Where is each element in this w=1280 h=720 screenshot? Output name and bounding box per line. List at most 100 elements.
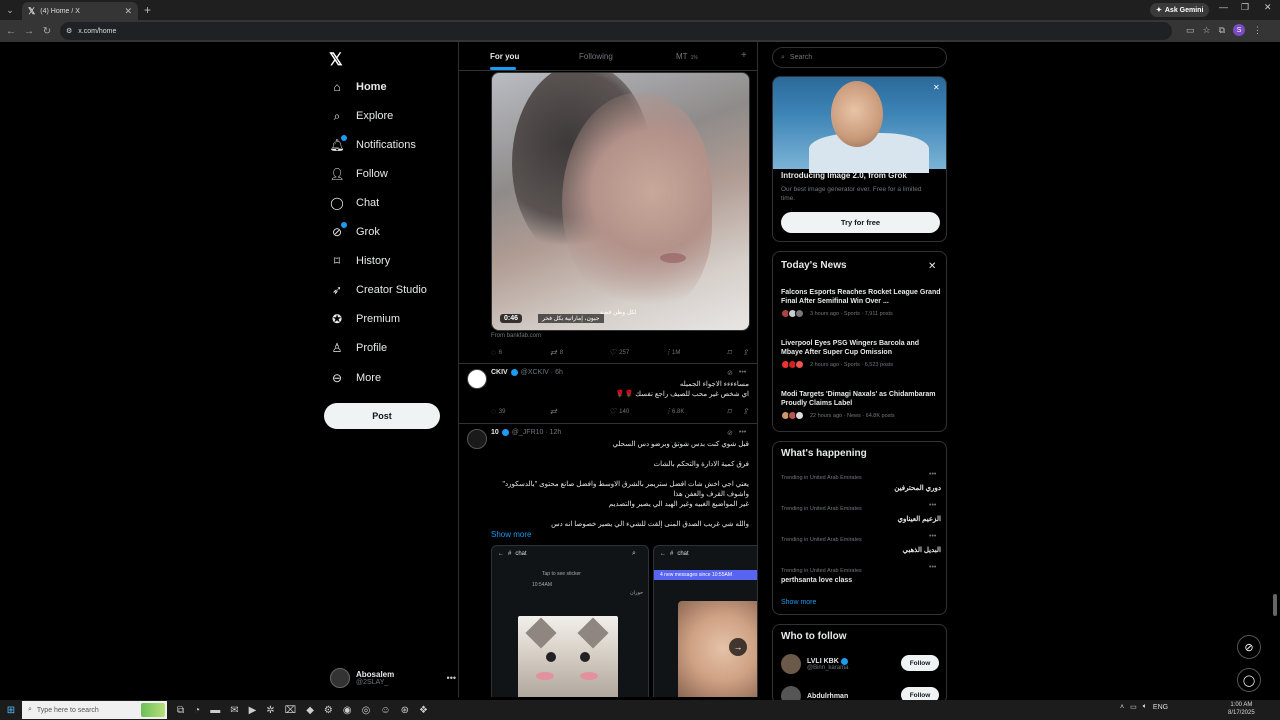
app-icon[interactable]: ⌧ [285, 705, 297, 716]
share-button[interactable]: ⇪ [742, 407, 749, 416]
author-handle[interactable]: @_JFR10 · 12h [512, 429, 562, 436]
nav-chat[interactable]: ◯ Chat [330, 192, 379, 214]
views-button[interactable]: ⫶ 6.8K [667, 407, 684, 417]
minimize-icon[interactable]: — [1219, 2, 1228, 12]
volume-icon[interactable]: 🔈︎ [1143, 703, 1147, 711]
author-name[interactable]: CKIV [491, 369, 508, 376]
repost-button[interactable]: ⇄ [550, 407, 560, 416]
post-button[interactable]: Post [324, 403, 440, 429]
author-name[interactable]: 10 [491, 429, 499, 436]
window-close-icon[interactable]: ✕ [1264, 2, 1272, 13]
trend-item[interactable]: Trending in United Arab Emirates ••• دور… [781, 471, 941, 503]
views-button[interactable]: ⫶ 1M [667, 348, 680, 358]
more-dots-icon[interactable]: ••• [447, 673, 456, 683]
edge-icon[interactable]: ◔ [194, 705, 200, 716]
ask-gemini-button[interactable]: ✦ Ask Gemini [1150, 3, 1210, 17]
nav-more[interactable]: ⊖ More [330, 367, 381, 389]
nav-creator-studio[interactable]: ➶ Creator Studio [330, 279, 427, 301]
nav-follow[interactable]: 👤︎ Follow [329, 163, 387, 185]
try-for-free-button[interactable]: Try for free [781, 212, 940, 233]
nav-explore[interactable]: ⌕ Explore [330, 105, 394, 127]
news-item[interactable]: Liverpool Eyes PSG Wingers Barcola and M… [781, 339, 941, 369]
chrome-icon[interactable]: ◎ [362, 705, 371, 716]
media-player-icon[interactable]: ▶ [249, 705, 257, 716]
page-scrollbar[interactable] [1273, 594, 1277, 616]
profile-icon[interactable]: S [1233, 24, 1246, 36]
taskbar-search-input[interactable]: ⌕ Type here to search [22, 701, 167, 719]
news-item[interactable]: Falcons Esports Reaches Rocket League Gr… [781, 288, 941, 318]
reload-icon[interactable]: ↻ [38, 26, 56, 37]
more-dots-icon[interactable]: ••• [929, 533, 936, 540]
restore-icon[interactable]: ❐ [1241, 2, 1249, 13]
steam-icon[interactable]: ◉ [343, 705, 352, 716]
grok-icon[interactable]: ⊘ [727, 429, 733, 437]
more-dots-icon[interactable]: ••• [929, 471, 936, 478]
more-dots-icon[interactable]: ••• [739, 429, 746, 437]
url-field[interactable]: ⚙ x.com/home [60, 22, 1172, 40]
app-icon[interactable]: ✲ [266, 705, 274, 716]
trend-item[interactable]: Trending in United Arab Emirates ••• الب… [781, 533, 941, 565]
post-image-2[interactable]: ← # chat 4 new messages since 10:55AM [653, 545, 757, 697]
nav-profile[interactable]: ♙ Profile [330, 337, 388, 359]
x-logo-icon[interactable]: 𝕏 [329, 50, 343, 70]
trend-item[interactable]: Trending in United Arab Emirates ••• الز… [781, 502, 941, 534]
tab-close-icon[interactable]: ✕ [124, 6, 132, 17]
task-view-icon[interactable]: ⧉ [177, 705, 184, 716]
tab-mt[interactable]: MT 1% [676, 52, 698, 61]
like-button[interactable]: ♡ 140 [609, 407, 629, 416]
messages-floating-button[interactable]: ◯ [1237, 668, 1261, 692]
cast-icon[interactable]: ▭ [1186, 25, 1195, 36]
post-image-1[interactable]: ← # chat ⌕ Tap to see sticker 10:54AM حو… [491, 545, 649, 697]
network-icon[interactable]: ▭ [1130, 703, 1137, 711]
new-tab-icon[interactable]: + [144, 3, 151, 17]
follow-suggestion[interactable]: LVLI KBK @Binn_karama Follow [781, 652, 941, 676]
promo-image[interactable] [773, 77, 946, 173]
tray-chevron-icon[interactable]: ˄ [1120, 704, 1124, 711]
show-more-link[interactable]: Show more [781, 599, 816, 606]
grok-floating-button[interactable]: ⊘ [1237, 635, 1261, 659]
nav-notifications[interactable]: 🔔︎ Notifications [329, 134, 416, 156]
nav-history[interactable]: ⌑ History [330, 250, 390, 272]
file-explorer-icon[interactable]: ▬ [210, 705, 220, 716]
nav-grok[interactable]: ⊘ Grok [330, 221, 380, 243]
extensions-icon[interactable]: ⧉ [1219, 25, 1225, 36]
avatar[interactable] [781, 654, 801, 674]
browser-tab-x-home[interactable]: 𝕏 (4) Home / X ✕ [22, 2, 138, 20]
discord-icon[interactable]: ☺ [380, 705, 390, 716]
outlook-icon[interactable]: ✉ [230, 705, 238, 716]
close-icon[interactable]: ✕ [933, 83, 940, 92]
browser-menu-icon[interactable]: ⋮ [1253, 25, 1262, 36]
repost-button[interactable]: ⇄ 8 [550, 348, 563, 357]
tab-for-you[interactable]: For you [490, 52, 519, 61]
app-icon[interactable]: ❖ [419, 705, 428, 716]
video-player[interactable]: 0:46 جيون، إماراتية بكل فخر لكل وطن قصة [491, 72, 750, 331]
author-handle[interactable]: @XCKIV · 6h [521, 369, 563, 376]
nav-premium[interactable]: ✪ Premium [330, 308, 400, 330]
avatar[interactable] [467, 429, 487, 449]
taskbar-clock[interactable]: 1:00 AM 8/17/2025 [1228, 701, 1255, 717]
ad-source[interactable]: From bankfab.com [491, 333, 541, 339]
more-dots-icon[interactable]: ••• [929, 564, 936, 571]
grok-icon[interactable]: ⊘ [727, 369, 733, 377]
bookmark-button[interactable]: ⌑ [727, 348, 731, 357]
show-more-link[interactable]: Show more [491, 530, 531, 539]
language-indicator[interactable]: ENG [1153, 704, 1168, 711]
tab-search-icon[interactable]: ⌄ [0, 0, 20, 20]
close-icon[interactable]: ✕ [928, 261, 936, 272]
tab-following[interactable]: Following [579, 52, 613, 61]
like-button[interactable]: ♡ 257 [609, 348, 629, 357]
more-dots-icon[interactable]: ••• [929, 502, 936, 509]
nav-home[interactable]: ⌂ Home [330, 76, 386, 98]
reply-button[interactable]: ◌ 6 [491, 348, 502, 357]
account-switcher[interactable]: Abosalem @2SLAY_ ••• [330, 665, 456, 691]
follow-button[interactable]: Follow [901, 655, 939, 671]
search-input[interactable]: ⌕ Search [772, 47, 947, 68]
news-item[interactable]: Modi Targets 'Dimagi Naxals' as Chidamba… [781, 390, 941, 420]
bookmark-button[interactable]: ⌑ [727, 407, 731, 416]
add-tab-icon[interactable]: + [741, 50, 747, 61]
trend-item[interactable]: Trending in United Arab Emirates ••• per… [781, 564, 941, 596]
share-button[interactable]: ⇪ [742, 348, 749, 357]
more-dots-icon[interactable]: ••• [739, 369, 746, 377]
forward-icon[interactable]: → [20, 26, 38, 37]
reply-button[interactable]: ◌ 39 [491, 407, 505, 416]
